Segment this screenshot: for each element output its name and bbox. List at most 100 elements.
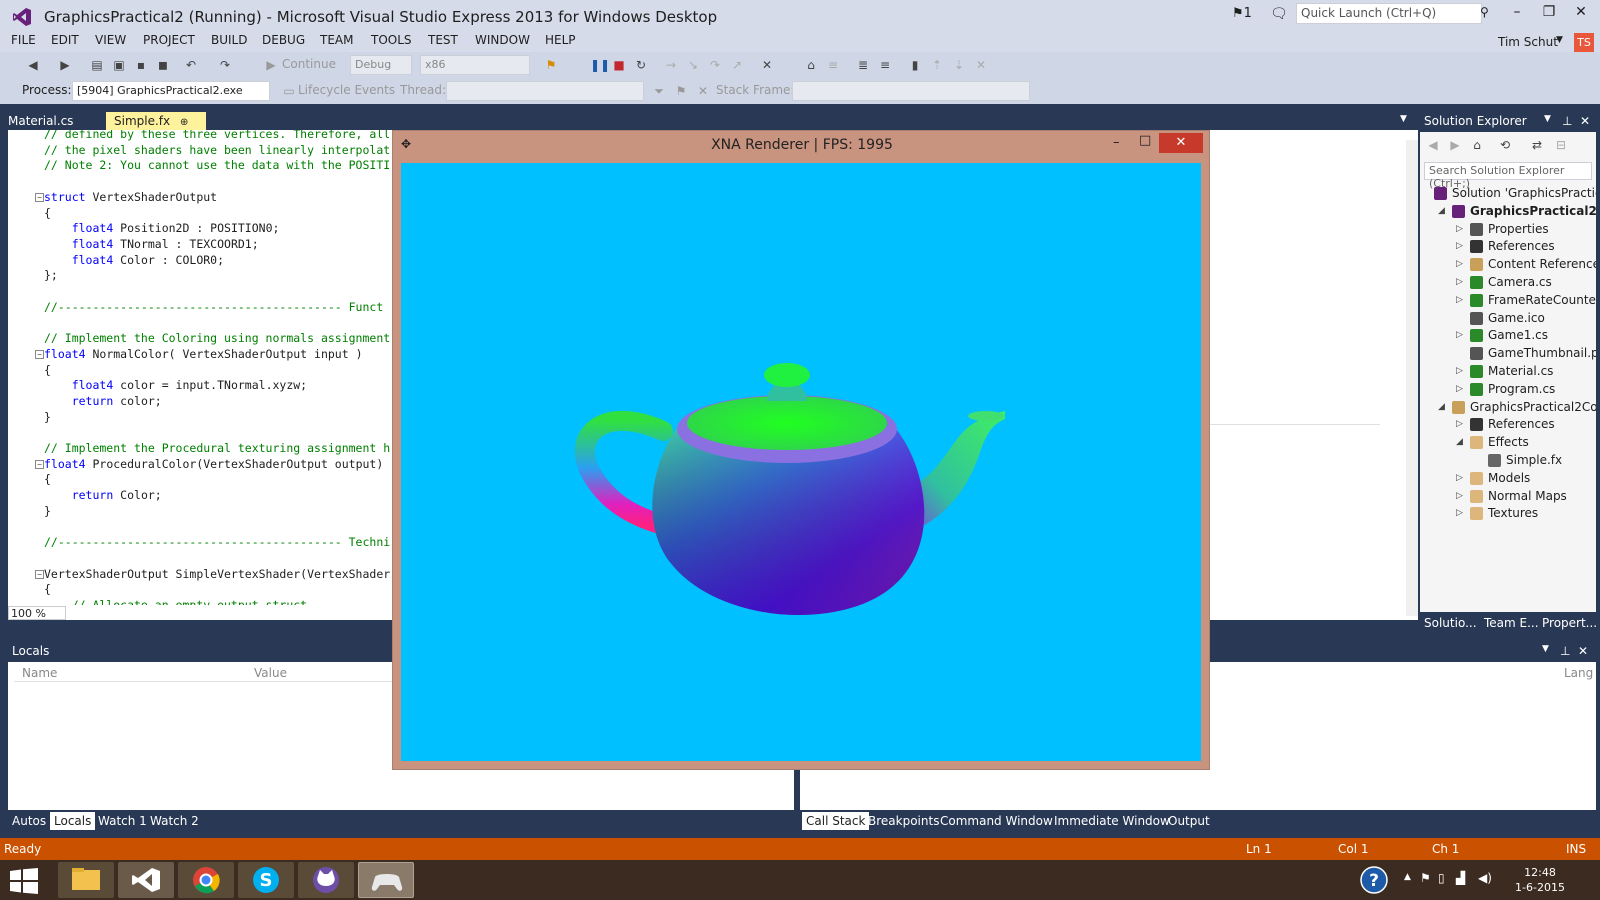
- tree-item[interactable]: ◢ GraphicsPractical2Content (Content): [1420, 398, 1596, 416]
- collapse-arrow-icon[interactable]: ◢: [1438, 202, 1445, 220]
- code-line[interactable]: }: [44, 503, 51, 519]
- collapse-region-icon[interactable]: −: [35, 459, 44, 469]
- tab-properties[interactable]: Propert...: [1542, 616, 1597, 630]
- xna-maximize-button[interactable]: □: [1139, 133, 1151, 148]
- forward-icon[interactable]: ▶: [1448, 138, 1462, 152]
- restart-icon[interactable]: ↻: [634, 58, 648, 72]
- taskbar-xna-renderer[interactable]: [358, 862, 414, 898]
- code-line[interactable]: {: [44, 581, 51, 597]
- back-icon[interactable]: ◀: [26, 58, 40, 72]
- code-line[interactable]: float4 TNormal : TEXCOORD1;: [44, 236, 259, 252]
- collapse-region-icon[interactable]: −: [35, 569, 44, 579]
- collapse-region-icon[interactable]: −: [35, 192, 44, 202]
- expand-arrow-icon[interactable]: ▷: [1456, 362, 1463, 380]
- column-value[interactable]: Value: [254, 666, 287, 680]
- save-all-icon[interactable]: ◼: [156, 58, 170, 72]
- expand-arrow-icon[interactable]: ▷: [1456, 291, 1463, 309]
- tab-simple-fx[interactable]: Simple.fx ⊕ ✕: [106, 112, 206, 142]
- thread-select[interactable]: [446, 81, 644, 101]
- tree-item[interactable]: Game.ico: [1420, 309, 1596, 327]
- code-line[interactable]: return Color;: [44, 487, 162, 503]
- xna-render-viewport[interactable]: [401, 163, 1201, 761]
- next-bookmark-icon[interactable]: ⇣: [952, 58, 966, 72]
- tab-command-window[interactable]: Command Window: [940, 814, 1053, 828]
- pin-icon[interactable]: ⊥: [1562, 114, 1572, 128]
- notifications-button[interactable]: ⚑1: [1232, 6, 1252, 21]
- show-hidden-icons-chevron-icon[interactable]: ▲: [1404, 872, 1411, 882]
- save-icon[interactable]: ▪: [134, 58, 148, 72]
- forward-icon[interactable]: ▶: [58, 58, 72, 72]
- expand-arrow-icon[interactable]: ▷: [1456, 415, 1463, 433]
- tree-item[interactable]: ▷ References: [1420, 415, 1596, 433]
- zoom-level-select[interactable]: 100 %: [8, 606, 66, 620]
- help-question-icon[interactable]: ?: [1360, 866, 1388, 894]
- code-line[interactable]: // Implement the Coloring using normals …: [44, 330, 390, 346]
- tree-item[interactable]: Simple.fx: [1420, 451, 1596, 469]
- taskbar-file-explorer[interactable]: [58, 862, 114, 898]
- code-line[interactable]: };: [44, 267, 58, 283]
- close-panel-icon[interactable]: ✕: [1580, 114, 1590, 128]
- menu-build[interactable]: BUILD: [211, 33, 247, 47]
- tree-item[interactable]: ◢ Effects: [1420, 433, 1596, 451]
- code-line[interactable]: //--------------------------------------…: [44, 534, 390, 550]
- tab-team-explorer[interactable]: Team E...: [1484, 616, 1539, 630]
- minimize-button[interactable]: –: [1504, 4, 1530, 26]
- editor-vertical-scrollbar[interactable]: [1406, 140, 1418, 616]
- threads-icon[interactable]: ⌂: [804, 58, 818, 72]
- prev-bookmark-icon[interactable]: ⇡: [930, 58, 944, 72]
- menu-file[interactable]: FILE: [11, 33, 36, 47]
- code-line[interactable]: {: [44, 471, 51, 487]
- expand-arrow-icon[interactable]: ▷: [1456, 380, 1463, 398]
- tree-item[interactable]: ▷ FrameRateCounter.cs: [1420, 291, 1596, 309]
- flag-thread-icon[interactable]: ⚑: [674, 84, 688, 98]
- tree-item[interactable]: ▷ Properties: [1420, 220, 1596, 238]
- clear-bookmarks-icon[interactable]: ✕: [974, 58, 988, 72]
- sync-icon[interactable]: ⟲: [1498, 138, 1512, 152]
- expand-arrow-icon[interactable]: ▷: [1456, 326, 1463, 344]
- find-icon[interactable]: ⚑: [544, 58, 558, 72]
- collapse-arrow-icon[interactable]: ◢: [1438, 398, 1445, 416]
- code-line[interactable]: {: [44, 205, 51, 221]
- tab-breakpoints[interactable]: Breakpoints: [868, 814, 939, 828]
- taskbar-visual-studio[interactable]: [118, 862, 174, 898]
- column-language[interactable]: Lang: [1564, 666, 1593, 680]
- code-line[interactable]: float4 NormalColor( VertexShaderOutput i…: [44, 346, 363, 362]
- menu-test[interactable]: TEST: [428, 33, 458, 47]
- tab-autos[interactable]: Autos: [12, 814, 46, 828]
- tree-item[interactable]: ◢ GraphicsPractical2: [1420, 202, 1596, 220]
- pin-icon[interactable]: ⊥: [1560, 644, 1570, 658]
- code-line[interactable]: struct VertexShaderOutput: [44, 189, 217, 205]
- tab-overflow-chevron-icon[interactable]: ▼: [1400, 114, 1407, 124]
- search-icon[interactable]: ⚲: [1480, 5, 1489, 19]
- tab-output[interactable]: Output: [1168, 814, 1210, 828]
- close-button[interactable]: ✕: [1568, 4, 1594, 26]
- tree-item[interactable]: ▷ Models: [1420, 469, 1596, 487]
- code-line[interactable]: }: [44, 409, 51, 425]
- stack-icon[interactable]: ≡: [826, 58, 840, 72]
- taskbar-clock[interactable]: 12:48 1-6-2015: [1510, 866, 1570, 894]
- tab-material-cs[interactable]: Material.cs: [0, 112, 81, 130]
- code-line[interactable]: // defined by these three vertices. Ther…: [44, 130, 390, 142]
- expand-arrow-icon[interactable]: ▷: [1456, 469, 1463, 487]
- expand-arrow-icon[interactable]: ▷: [1456, 504, 1463, 522]
- continue-button[interactable]: Continue: [282, 57, 336, 71]
- collapse-arrow-icon[interactable]: ◢: [1456, 433, 1463, 451]
- expand-arrow-icon[interactable]: ▷: [1456, 487, 1463, 505]
- step-out-icon[interactable]: ↗: [730, 58, 744, 72]
- continue-play-icon[interactable]: ▶: [264, 58, 278, 72]
- solution-platform-select[interactable]: x86: [420, 55, 530, 75]
- hex-display-icon[interactable]: ✕: [760, 58, 774, 72]
- taskbar-github[interactable]: [298, 862, 354, 898]
- code-line[interactable]: // the pixel shaders have been linearly …: [44, 142, 390, 158]
- tree-item[interactable]: ▷ Program.cs: [1420, 380, 1596, 398]
- avatar[interactable]: TS: [1574, 33, 1594, 52]
- tab-immediate-window[interactable]: Immediate Window: [1054, 814, 1170, 828]
- bookmark-icon[interactable]: ▮: [908, 58, 922, 72]
- column-name[interactable]: Name: [22, 666, 57, 680]
- refresh-icon[interactable]: ⇄: [1530, 138, 1544, 152]
- user-name[interactable]: Tim Schut: [1498, 35, 1558, 49]
- pin-icon[interactable]: ⊕: [180, 117, 188, 128]
- menu-debug[interactable]: DEBUG: [262, 33, 305, 47]
- expand-arrow-icon[interactable]: ▷: [1456, 237, 1463, 255]
- tree-item[interactable]: ▷ Camera.cs: [1420, 273, 1596, 291]
